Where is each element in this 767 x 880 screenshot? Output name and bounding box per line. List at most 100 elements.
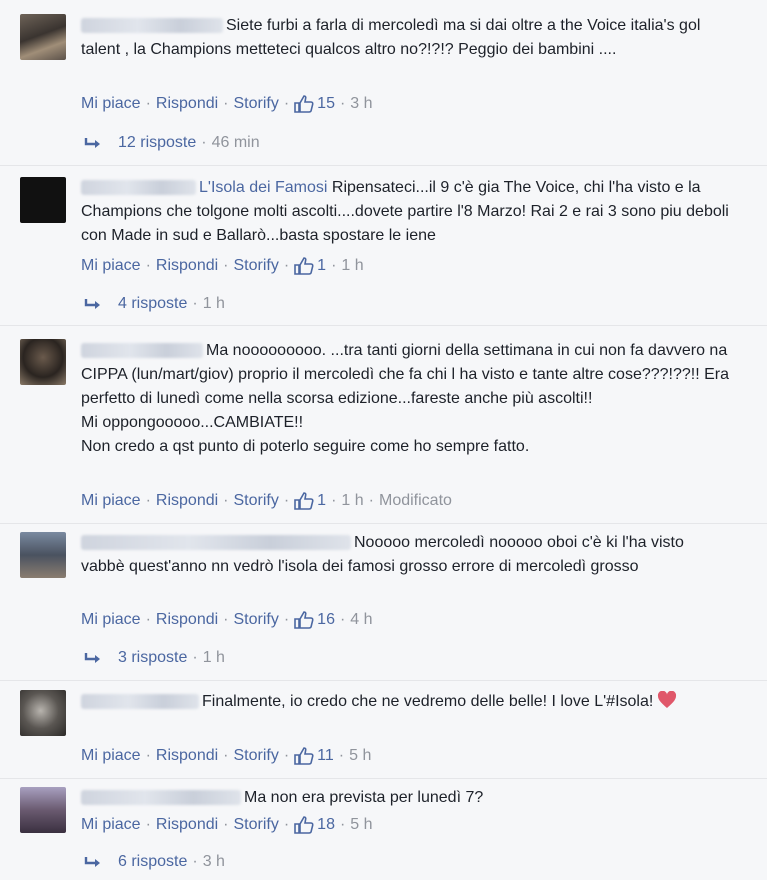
- reply-link[interactable]: Rispondi: [156, 95, 218, 113]
- timestamp[interactable]: 1 h: [341, 492, 363, 510]
- thumbs-up-icon[interactable]: [294, 611, 314, 629]
- timestamp[interactable]: 3 h: [350, 95, 372, 113]
- thumbs-up-icon[interactable]: [294, 747, 314, 765]
- avatar[interactable]: [20, 14, 66, 60]
- separator: ·: [338, 747, 345, 764]
- author-name-blurred[interactable]: [81, 694, 199, 710]
- separator: ·: [223, 747, 229, 764]
- avatar[interactable]: [20, 690, 66, 736]
- replies-count-link[interactable]: 12 risposte: [118, 134, 196, 152]
- reply-arrow-icon: [84, 857, 100, 867]
- separator: ·: [283, 816, 290, 833]
- reply-arrow-icon: [84, 653, 100, 663]
- comment-actions: Mi piace · Rispondi · Storify · 18 · 5 h: [81, 816, 373, 834]
- like-count[interactable]: 15: [317, 95, 335, 113]
- author-name-blurred[interactable]: [81, 535, 351, 551]
- like-count[interactable]: 11: [317, 747, 334, 765]
- comment-body: Siete furbi a farla di mercoledì ma si d…: [81, 14, 731, 62]
- comment-actions: Mi piace · Rispondi · Storify · 1 · 1 h: [81, 257, 364, 275]
- comment-actions: Mi piace · Rispondi · Storify · 11 · 5 h: [81, 747, 371, 765]
- timestamp[interactable]: 5 h: [349, 747, 371, 765]
- like-link[interactable]: Mi piace: [81, 492, 141, 510]
- avatar[interactable]: [20, 339, 66, 385]
- like-link[interactable]: Mi piace: [81, 611, 141, 629]
- like-link[interactable]: Mi piace: [81, 747, 141, 765]
- separator: ·: [223, 611, 229, 628]
- like-link[interactable]: Mi piace: [81, 95, 141, 113]
- reply-link[interactable]: Rispondi: [156, 747, 218, 765]
- storify-link[interactable]: Storify: [234, 492, 279, 510]
- replies-count-link[interactable]: 3 risposte: [118, 649, 187, 667]
- separator: ·: [223, 492, 229, 509]
- reply-link[interactable]: Rispondi: [156, 492, 218, 510]
- timestamp[interactable]: 1 h: [341, 257, 363, 275]
- separator: ·: [283, 257, 290, 274]
- comment-text: Finalmente, io credo che ne vedremo dell…: [202, 693, 654, 710]
- avatar[interactable]: [20, 787, 66, 833]
- comment-body: Ma non era prevista per lunedì 7?: [81, 786, 731, 810]
- storify-link[interactable]: Storify: [234, 95, 279, 113]
- separator: ·: [201, 134, 207, 151]
- reply-link[interactable]: Rispondi: [156, 257, 218, 275]
- comment-body: Ma nooooooooo. ...tra tanti giorni della…: [81, 339, 731, 459]
- comment-actions: Mi piace · Rispondi · Storify · 15 · 3 h: [81, 95, 373, 113]
- separator: ·: [283, 611, 290, 628]
- avatar[interactable]: [20, 532, 66, 578]
- comment-actions: Mi piace · Rispondi · Storify · 1 · 1 h …: [81, 492, 452, 510]
- reply-arrow-icon: [84, 299, 100, 309]
- divider: [0, 778, 767, 779]
- separator: ·: [145, 95, 151, 112]
- like-count[interactable]: 16: [317, 611, 335, 629]
- like-link[interactable]: Mi piace: [81, 816, 141, 834]
- comment-text-line: Mi oppongooooo...CAMBIATE!!: [81, 414, 304, 431]
- timestamp[interactable]: 5 h: [350, 816, 372, 834]
- reply-link[interactable]: Rispondi: [156, 816, 218, 834]
- timestamp[interactable]: 4 h: [350, 611, 372, 629]
- author-name-blurred[interactable]: [81, 180, 196, 196]
- separator: ·: [283, 747, 290, 764]
- separator: ·: [145, 611, 151, 628]
- separator: ·: [192, 649, 198, 666]
- storify-link[interactable]: Storify: [234, 816, 279, 834]
- reply-link[interactable]: Rispondi: [156, 611, 218, 629]
- separator: ·: [283, 492, 290, 509]
- comment-text-line: Non credo a qst punto di poterlo seguire…: [81, 438, 530, 455]
- storify-link[interactable]: Storify: [234, 257, 279, 275]
- separator: ·: [283, 95, 290, 112]
- like-count[interactable]: 18: [317, 816, 335, 834]
- thumbs-up-icon[interactable]: [294, 257, 314, 275]
- like-count[interactable]: 1: [317, 257, 326, 275]
- view-replies[interactable]: 12 risposte · 46 min: [84, 134, 260, 152]
- separator: ·: [145, 816, 151, 833]
- divider: [0, 165, 767, 166]
- replies-time: 1 h: [202, 295, 225, 312]
- separator: ·: [145, 747, 151, 764]
- view-replies[interactable]: 6 risposte · 3 h: [84, 853, 225, 871]
- divider: [0, 325, 767, 326]
- thumbs-up-icon[interactable]: [294, 95, 314, 113]
- like-link[interactable]: Mi piace: [81, 257, 141, 275]
- like-count[interactable]: 1: [317, 492, 326, 510]
- separator: ·: [223, 257, 229, 274]
- separator: ·: [192, 295, 198, 312]
- replies-count-link[interactable]: 6 risposte: [118, 853, 187, 871]
- replies-time: 1 h: [202, 649, 225, 666]
- separator: ·: [145, 492, 151, 509]
- avatar[interactable]: [20, 177, 66, 223]
- thumbs-up-icon[interactable]: [294, 816, 314, 834]
- thumbs-up-icon[interactable]: [294, 492, 314, 510]
- author-name-blurred[interactable]: [81, 343, 203, 359]
- comment-text: Ma non era prevista per lunedì 7?: [244, 789, 484, 806]
- separator: ·: [339, 611, 346, 628]
- view-replies[interactable]: 3 risposte · 1 h: [84, 649, 225, 667]
- replies-count-link[interactable]: 4 risposte: [118, 295, 187, 313]
- author-name-blurred[interactable]: [81, 18, 223, 34]
- storify-link[interactable]: Storify: [234, 611, 279, 629]
- view-replies[interactable]: 4 risposte · 1 h: [84, 295, 225, 313]
- edited-label[interactable]: Modificato: [379, 492, 452, 510]
- separator: ·: [331, 492, 337, 509]
- page-tag-link[interactable]: L'Isola dei Famosi: [199, 179, 327, 196]
- replies-time: 46 min: [211, 134, 260, 151]
- storify-link[interactable]: Storify: [234, 747, 279, 765]
- author-name-blurred[interactable]: [81, 790, 241, 806]
